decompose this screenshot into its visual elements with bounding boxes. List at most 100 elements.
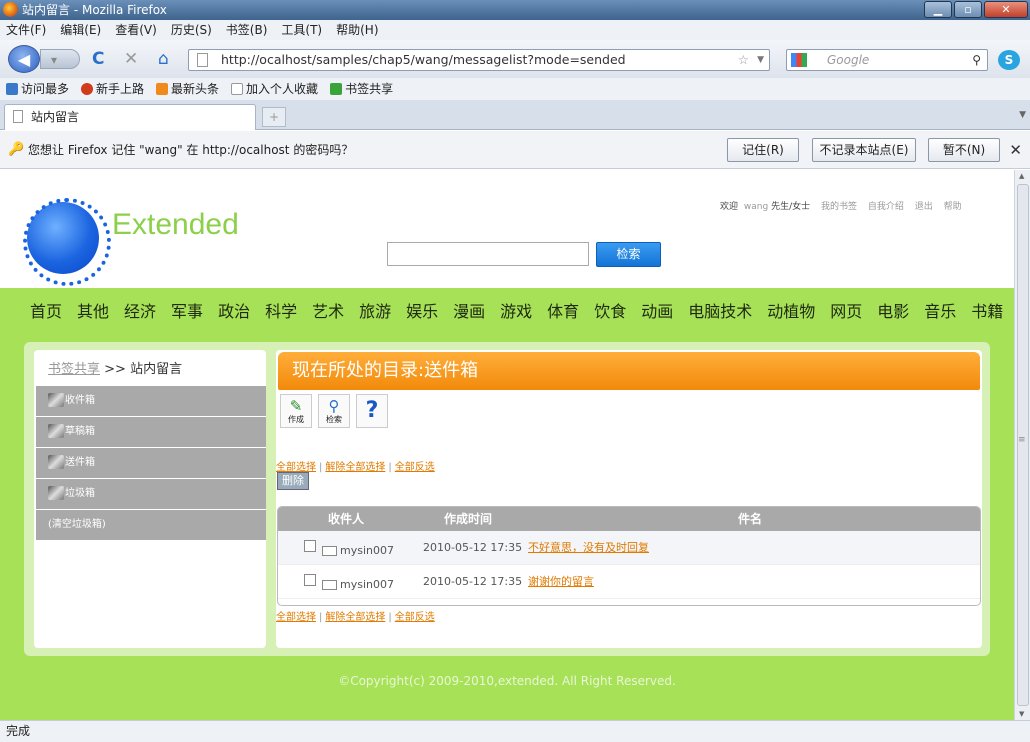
cat-entertainment[interactable]: 娱乐 bbox=[406, 298, 438, 322]
row-subject-link[interactable]: 谢谢你的留言 bbox=[528, 565, 594, 599]
cat-sports[interactable]: 体育 bbox=[547, 298, 579, 322]
cat-comics[interactable]: 漫画 bbox=[453, 298, 485, 322]
minimize-button[interactable]: ▁ bbox=[924, 1, 952, 18]
cat-web[interactable]: 网页 bbox=[830, 298, 862, 322]
close-window-button[interactable]: ✕ bbox=[984, 1, 1028, 18]
menu-edit[interactable]: 编辑(E) bbox=[60, 20, 101, 40]
url-dropdown-icon[interactable]: ▼ bbox=[757, 50, 764, 70]
cat-other[interactable]: 其他 bbox=[77, 298, 109, 322]
cat-travel[interactable]: 旅游 bbox=[359, 298, 391, 322]
link-my-bookmarks[interactable]: 我的书签 bbox=[821, 202, 857, 212]
bookmark-getting-started[interactable]: 新手上路 bbox=[81, 78, 144, 100]
site-search-input[interactable] bbox=[387, 242, 589, 266]
row-checkbox[interactable] bbox=[304, 574, 316, 586]
invert-selection-link[interactable]: 全部反选 bbox=[395, 612, 435, 623]
row-time: 2010-05-12 17:35 bbox=[423, 541, 523, 554]
search-tool-button[interactable]: ⚲ 检索 bbox=[318, 394, 350, 428]
url-text[interactable]: http://ocalhost/samples/chap5/wang/messa… bbox=[221, 52, 626, 67]
compose-button[interactable]: ✎ 作成 bbox=[280, 394, 312, 428]
new-tab-button[interactable]: + bbox=[262, 107, 286, 127]
vertical-scrollbar[interactable]: ▲ ≡ ▼ bbox=[1014, 170, 1030, 720]
cat-books[interactable]: 书籍 bbox=[971, 298, 1003, 322]
remember-button[interactable]: 记住(R) bbox=[727, 138, 799, 162]
row-checkbox[interactable] bbox=[304, 540, 316, 552]
nav-empty-trash[interactable]: (清空垃圾箱) bbox=[36, 510, 266, 540]
welcome-prefix: 欢迎 bbox=[720, 202, 739, 212]
search-icon[interactable]: ⚲ bbox=[972, 50, 981, 70]
close-icon[interactable]: ✕ bbox=[1009, 131, 1022, 169]
header-subject: 件名 bbox=[738, 512, 763, 526]
tab-list-dropdown-icon[interactable]: ▼ bbox=[1019, 110, 1026, 120]
cat-military[interactable]: 军事 bbox=[171, 298, 203, 322]
bookmark-star-icon[interactable]: ☆ bbox=[738, 50, 749, 70]
directory-title: 现在所处的目录:送件箱 bbox=[278, 352, 980, 390]
delete-button[interactable]: 删除 bbox=[277, 472, 309, 490]
search-engine-bar[interactable]: Google ⚲ bbox=[786, 49, 988, 71]
deselect-all-link[interactable]: 解除全部选择 bbox=[325, 612, 385, 623]
menu-view[interactable]: 查看(V) bbox=[115, 20, 157, 40]
home-icon[interactable]: ⌂ bbox=[158, 49, 169, 69]
nav-trash[interactable]: 垃圾箱 bbox=[36, 479, 266, 509]
cat-economy[interactable]: 经济 bbox=[124, 298, 156, 322]
window-titlebar: 站内留言 - Mozilla Firefox ▁ ▫ ✕ bbox=[0, 0, 1030, 20]
help-button[interactable]: ? bbox=[356, 394, 388, 428]
firefox-logo-icon bbox=[3, 2, 18, 17]
skype-icon[interactable]: S bbox=[998, 50, 1020, 70]
scroll-down-icon[interactable]: ▼ bbox=[1019, 710, 1024, 718]
invert-selection-link[interactable]: 全部反选 bbox=[395, 462, 435, 473]
breadcrumb-current: 站内留言 bbox=[130, 362, 183, 377]
cat-science[interactable]: 科学 bbox=[265, 298, 297, 322]
envelope-icon bbox=[322, 546, 337, 556]
forward-button[interactable]: ▾ bbox=[40, 49, 80, 69]
site-search-button[interactable]: 检索 bbox=[596, 242, 661, 267]
bookmark-add-favorites[interactable]: 加入个人收藏 bbox=[231, 78, 318, 100]
menu-help[interactable]: 帮助(H) bbox=[336, 20, 378, 40]
link-logout[interactable]: 退出 bbox=[915, 202, 933, 212]
stop-icon[interactable]: ✕ bbox=[124, 49, 138, 69]
cat-games[interactable]: 游戏 bbox=[500, 298, 532, 322]
navigation-toolbar: ◀ ▾ C ✕ ⌂ http://ocalhost/samples/chap5/… bbox=[0, 40, 1030, 78]
bookmark-share[interactable]: 书签共享 bbox=[330, 78, 393, 100]
back-button[interactable]: ◀ bbox=[8, 45, 40, 73]
nav-inbox[interactable]: 收件箱 bbox=[36, 386, 266, 416]
menu-file[interactable]: 文件(F) bbox=[6, 20, 46, 40]
cat-politics[interactable]: 政治 bbox=[218, 298, 250, 322]
cat-music[interactable]: 音乐 bbox=[924, 298, 956, 322]
link-self-intro[interactable]: 自我介绍 bbox=[868, 202, 904, 212]
menu-bookmarks[interactable]: 书签(B) bbox=[226, 20, 268, 40]
bookmark-label: 加入个人收藏 bbox=[246, 82, 319, 96]
window-controls: ▁ ▫ ✕ bbox=[924, 1, 1028, 18]
maximize-button[interactable]: ▫ bbox=[954, 1, 982, 18]
scrollbar-thumb[interactable] bbox=[1017, 184, 1029, 706]
url-bar[interactable]: http://ocalhost/samples/chap5/wang/messa… bbox=[188, 49, 770, 71]
cat-animation[interactable]: 动画 bbox=[641, 298, 673, 322]
tab-station-message[interactable]: 站内留言 bbox=[4, 104, 256, 130]
breadcrumb-link[interactable]: 书签共享 bbox=[48, 362, 100, 377]
never-for-site-button[interactable]: 不记录本站点(E) bbox=[812, 138, 916, 162]
nav-sent[interactable]: 送件箱 bbox=[36, 448, 266, 478]
google-icon[interactable] bbox=[791, 53, 807, 67]
reload-icon[interactable]: C bbox=[92, 49, 104, 69]
menu-tools[interactable]: 工具(T) bbox=[281, 20, 322, 40]
not-now-button[interactable]: 暂不(N) bbox=[928, 138, 1000, 162]
cat-nature[interactable]: 动植物 bbox=[767, 298, 815, 322]
deselect-all-link[interactable]: 解除全部选择 bbox=[325, 462, 385, 473]
row-recipient: mysin007 bbox=[340, 578, 394, 591]
site-brand: Extended bbox=[112, 208, 239, 241]
cat-computers[interactable]: 电脑技术 bbox=[688, 298, 752, 322]
rss-icon bbox=[156, 83, 169, 95]
cat-food[interactable]: 饮食 bbox=[594, 298, 626, 322]
link-help[interactable]: 帮助 bbox=[944, 202, 962, 212]
compose-label: 作成 bbox=[288, 415, 304, 424]
cat-movies[interactable]: 电影 bbox=[877, 298, 909, 322]
scroll-up-icon[interactable]: ▲ bbox=[1019, 172, 1024, 180]
select-all-link[interactable]: 全部选择 bbox=[276, 612, 316, 623]
bookmark-most-visited[interactable]: 访问最多 bbox=[6, 78, 69, 100]
cat-home[interactable]: 首页 bbox=[30, 298, 62, 322]
row-subject-link[interactable]: 不好意思，没有及时回复 bbox=[528, 531, 649, 565]
most-visited-icon bbox=[6, 83, 18, 95]
bookmark-latest-headlines[interactable]: 最新头条 bbox=[156, 78, 219, 100]
nav-drafts[interactable]: 草稿箱 bbox=[36, 417, 266, 447]
menu-history[interactable]: 历史(S) bbox=[171, 20, 212, 40]
cat-art[interactable]: 艺术 bbox=[312, 298, 344, 322]
